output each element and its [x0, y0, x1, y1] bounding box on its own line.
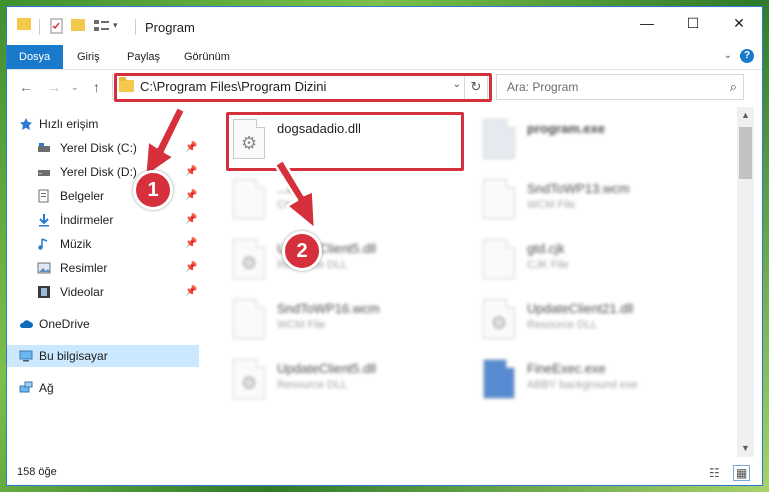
explorer-window: ▾ Program — ☐ ✕ Dosya Giriş Paylaş Görün…: [7, 7, 762, 485]
arrow-2: [273, 158, 317, 231]
callout-2: 2: [282, 231, 322, 271]
arrow-1: [143, 105, 187, 179]
callout-1: 1: [133, 170, 173, 210]
annotation-arrows: [143, 105, 317, 231]
